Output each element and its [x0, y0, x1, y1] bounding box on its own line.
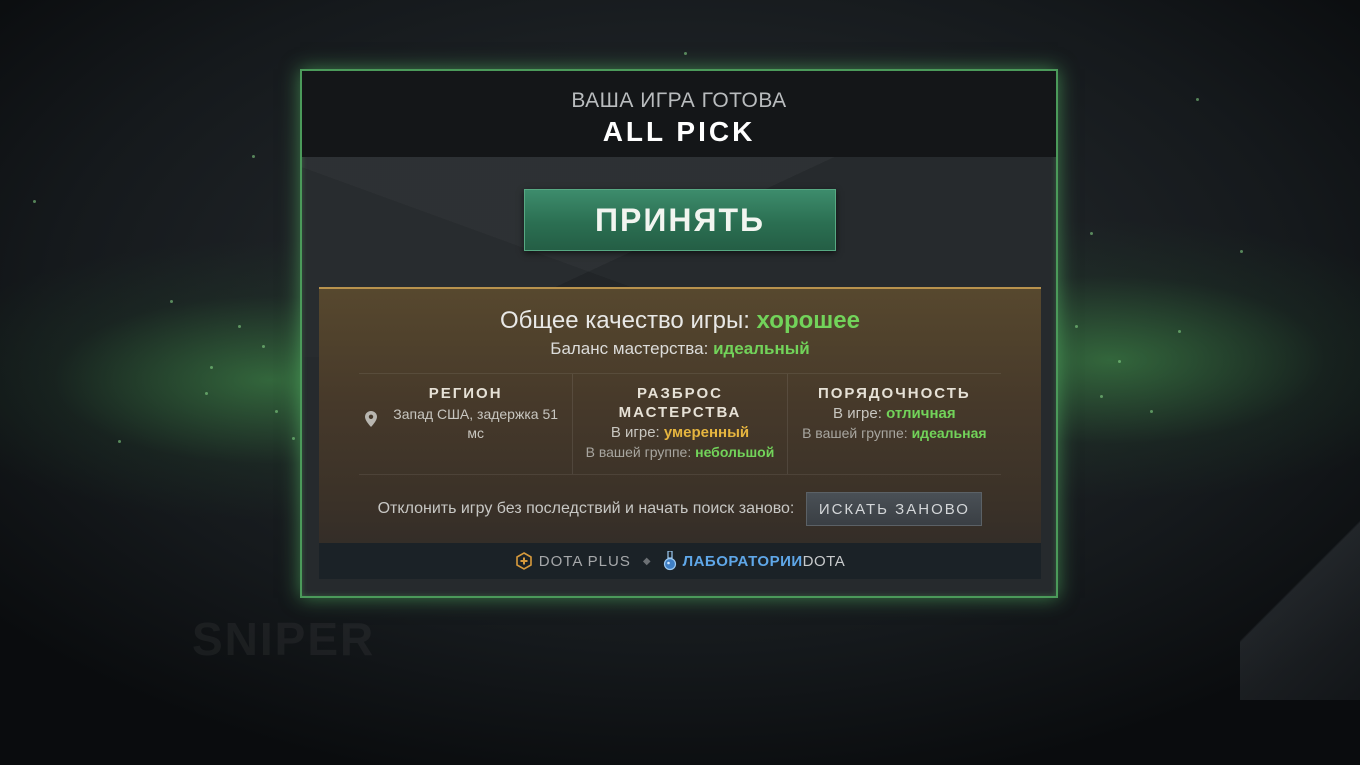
skill-spread-heading-line2: МАСТЕРСТВА: [618, 404, 742, 421]
region-value: Запад США, задержка 51 мс: [393, 406, 559, 441]
footer-separator: ◆: [642, 555, 651, 567]
match-ready-dialog: ВАША ИГРА ГОТОВА ALL PICK ПРИНЯТЬ Общее …: [300, 69, 1058, 598]
region-column: РЕГИОН Запад США, задержка 51 мс: [359, 374, 572, 474]
skill-balance-value: идеальный: [713, 339, 810, 358]
quality-columns: РЕГИОН Запад США, задержка 51 мс РАЗБРОС…: [359, 373, 1001, 475]
particle: [33, 200, 36, 203]
match-ready-subtitle: ВАША ИГРА ГОТОВА: [571, 89, 787, 112]
particle: [118, 440, 121, 443]
particle: [252, 155, 255, 158]
overall-quality-value: хорошее: [756, 307, 860, 334]
labs-label-part1: ЛАБОРАТОРИИ: [682, 552, 803, 570]
game-mode-title: ALL PICK: [602, 116, 756, 147]
dota-plus-label: DOTA PLUS: [538, 552, 631, 570]
search-again-button[interactable]: ИСКАТЬ ЗАНОВО: [806, 492, 983, 526]
decency-in-game-value: отличная: [886, 405, 956, 422]
dialog-footer: DOTA PLUS ◆ ЛАБОРАТОРИИ DOTA: [319, 543, 1041, 579]
skill-spread-in-game-value: умеренный: [663, 424, 750, 441]
particle: [684, 52, 687, 55]
overall-quality-label: Общее качество игры:: [500, 307, 750, 334]
research-row: Отклонить игру без последствий и начать …: [319, 491, 1041, 527]
particle: [1240, 250, 1243, 253]
flask-icon: [663, 551, 676, 571]
particle: [1100, 395, 1103, 398]
skill-spread-in-game-label: В игре:: [610, 424, 660, 441]
skill-spread-in-group: В вашей группе: небольшой: [573, 444, 786, 460]
skill-spread-in-group-value: небольшой: [695, 444, 775, 460]
decency-column: ПОРЯДОЧНОСТЬ В игре: отличная В вашей гр…: [786, 374, 1001, 474]
particle: [292, 437, 295, 440]
overall-quality: Общее качество игры: хорошее: [319, 307, 1041, 335]
decency-in-game: В игре: отличная: [788, 405, 1001, 422]
match-quality-panel: Общее качество игры: хорошее Баланс маст…: [319, 287, 1041, 579]
decency-in-group-value: идеальная: [911, 425, 987, 441]
labs-label-part2: DOTA: [802, 552, 846, 570]
skill-spread-heading-line1: РАЗБРОС: [636, 385, 723, 402]
region-heading: РЕГИОН: [428, 385, 503, 402]
particle: [1178, 330, 1181, 333]
particle: [1196, 98, 1199, 101]
map-pin-icon: [364, 411, 377, 427]
particle: [1090, 232, 1093, 235]
research-label: Отклонить игру без последствий и начать …: [377, 500, 795, 517]
particle: [1150, 410, 1153, 413]
decency-heading: ПОРЯДОЧНОСТЬ: [817, 385, 971, 402]
particle: [205, 392, 208, 395]
background-shape: [1240, 520, 1360, 700]
particle: [1075, 325, 1078, 328]
skill-spread-column: РАЗБРОС МАСТЕРСТВА В игре: умеренный В в…: [572, 374, 786, 474]
skill-spread-in-game: В игре: умеренный: [573, 424, 786, 441]
background-hero-name-faded: SNIPER: [192, 613, 376, 665]
decency-in-group: В вашей группе: идеальная: [788, 425, 1001, 441]
skill-balance-label: Баланс мастерства:: [550, 339, 709, 358]
dota-plus-icon: [515, 552, 532, 570]
skill-balance: Баланс мастерства: идеальный: [319, 339, 1041, 359]
particle: [170, 300, 173, 303]
decency-in-game-label: В игре:: [833, 405, 882, 422]
particle: [262, 345, 265, 348]
decency-in-group-label: В вашей группе:: [802, 425, 908, 441]
dialog-header: ВАША ИГРА ГОТОВА ALL PICK: [302, 71, 1056, 157]
skill-spread-in-group-label: В вашей группе:: [585, 444, 692, 460]
particle: [1118, 360, 1121, 363]
particle: [275, 410, 278, 413]
accept-button[interactable]: ПРИНЯТЬ: [524, 189, 836, 251]
particle: [238, 325, 241, 328]
particle: [210, 366, 213, 369]
